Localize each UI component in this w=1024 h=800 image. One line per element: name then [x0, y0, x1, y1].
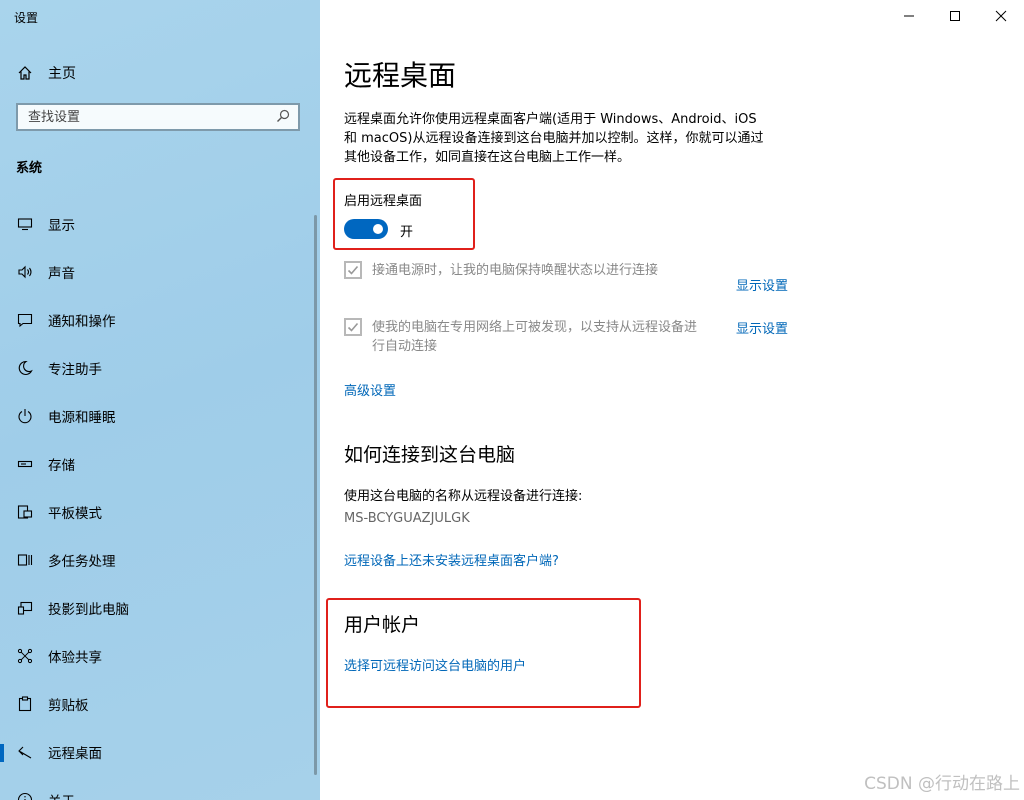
- option2-show-settings-link[interactable]: 显示设置: [736, 318, 788, 337]
- sidebar-item-power[interactable]: 电源和睡眠: [0, 392, 320, 440]
- sidebar-item-label: 体验共享: [48, 650, 102, 666]
- watermark: CSDN @行动在路上: [864, 774, 1020, 794]
- sidebar-item-project-to-pc[interactable]: 投影到此电脑: [0, 584, 320, 632]
- sidebar-item-about[interactable]: 关于: [0, 776, 320, 800]
- multitask-icon: [16, 551, 34, 569]
- description-line: 其他设备工作，如同直接在这台电脑上工作一样。: [344, 150, 631, 165]
- install-client-link[interactable]: 远程设备上还未安装远程桌面客户端?: [344, 550, 559, 569]
- minimize-button[interactable]: [899, 6, 919, 26]
- keep-awake-label: 接通电源时，让我的电脑保持唤醒状态以进行连接: [372, 263, 659, 278]
- project-icon: [16, 599, 34, 617]
- sidebar-item-label: 投影到此电脑: [48, 602, 129, 618]
- sidebar-item-label: 通知和操作: [48, 314, 116, 330]
- discoverable-label-line: 行自动连接: [372, 339, 438, 354]
- highlight-box-user-accounts: [326, 598, 641, 708]
- discoverable-label: 使我的电脑在专用网络上可被发现，以支持从远程设备进 行自动连接: [372, 318, 697, 356]
- discoverable-label-line: 使我的电脑在专用网络上可被发现，以支持从远程设备进: [372, 320, 698, 335]
- sidebar-item-remote-desktop[interactable]: 远程桌面: [0, 728, 320, 776]
- sidebar-item-multitasking[interactable]: 多任务处理: [0, 536, 320, 584]
- window-title: 设置: [14, 11, 39, 25]
- page-title: 远程桌面: [344, 59, 457, 92]
- advanced-settings-link[interactable]: 高级设置: [344, 380, 396, 399]
- home-nav-item[interactable]: 主页: [16, 62, 76, 84]
- power-icon: [16, 407, 34, 425]
- sidebar-item-tablet-mode[interactable]: 平板模式: [0, 488, 320, 536]
- sidebar-item-clipboard[interactable]: 剪贴板: [0, 680, 320, 728]
- maximize-button[interactable]: [945, 6, 965, 26]
- sidebar-item-label: 声音: [48, 266, 75, 282]
- sidebar-scrollbar[interactable]: [314, 215, 317, 775]
- sidebar-item-label: 专注助手: [48, 362, 102, 378]
- maximize-icon: [949, 7, 961, 26]
- share-icon: [16, 647, 34, 665]
- discoverable-checkbox[interactable]: [344, 318, 362, 336]
- notification-icon: [16, 311, 34, 329]
- pc-name: MS-BCYGUAZJULGK: [344, 511, 470, 526]
- close-button[interactable]: [991, 6, 1011, 26]
- keep-awake-checkbox[interactable]: [344, 261, 362, 279]
- clipboard-icon: [16, 695, 34, 713]
- remote-desktop-icon: [16, 743, 34, 761]
- storage-icon: [16, 455, 34, 473]
- info-icon: [16, 791, 34, 800]
- sidebar-item-label: 关于: [48, 790, 75, 800]
- sidebar-item-label: 远程桌面: [48, 746, 102, 762]
- moon-icon: [16, 359, 34, 377]
- section-label-system: 系统: [16, 161, 43, 176]
- sidebar-item-label: 剪贴板: [48, 698, 89, 714]
- speaker-icon: [16, 263, 34, 281]
- description-line: 和 macOS)从远程设备连接到这台电脑并加以控制。这样，你就可以通过: [344, 131, 764, 146]
- monitor-icon: [16, 215, 34, 233]
- search-icon[interactable]: [276, 108, 290, 127]
- description: 远程桌面允许你使用远程桌面客户端(适用于 Windows、Android、iOS…: [344, 110, 796, 167]
- sidebar: 设置 主页 系统 显示 声音 通知和操作 专注助手: [0, 0, 320, 800]
- check-icon: [347, 261, 359, 280]
- search-input[interactable]: [26, 108, 260, 126]
- how-to-connect-title: 如何连接到这台电脑: [344, 444, 516, 466]
- sidebar-item-label: 存储: [48, 458, 75, 474]
- sidebar-item-label: 多任务处理: [48, 554, 116, 570]
- sidebar-nav: 显示 声音 通知和操作 专注助手 电源和睡眠 存储 平板模式 多任务处理 投影到…: [0, 200, 320, 800]
- how-to-connect-desc: 使用这台电脑的名称从远程设备进行连接:: [344, 489, 583, 504]
- sidebar-item-label: 显示: [48, 218, 75, 234]
- description-line: 远程桌面允许你使用远程桌面客户端(适用于 Windows、Android、iOS: [344, 112, 757, 127]
- check-icon: [347, 318, 359, 337]
- sidebar-item-sound[interactable]: 声音: [0, 248, 320, 296]
- highlight-box-toggle: [333, 178, 475, 250]
- sidebar-item-display[interactable]: 显示: [0, 200, 320, 248]
- sidebar-item-shared-experiences[interactable]: 体验共享: [0, 632, 320, 680]
- sidebar-item-label: 电源和睡眠: [48, 410, 116, 426]
- home-icon: [16, 64, 34, 82]
- minimize-icon: [903, 7, 915, 26]
- home-label: 主页: [48, 66, 76, 82]
- search-box[interactable]: [16, 103, 300, 131]
- sidebar-item-storage[interactable]: 存储: [0, 440, 320, 488]
- sidebar-item-notifications[interactable]: 通知和操作: [0, 296, 320, 344]
- sidebar-item-focus-assist[interactable]: 专注助手: [0, 344, 320, 392]
- tablet-icon: [16, 503, 34, 521]
- sidebar-item-label: 平板模式: [48, 506, 102, 522]
- close-icon: [995, 7, 1007, 26]
- option1-show-settings-link[interactable]: 显示设置: [736, 275, 788, 294]
